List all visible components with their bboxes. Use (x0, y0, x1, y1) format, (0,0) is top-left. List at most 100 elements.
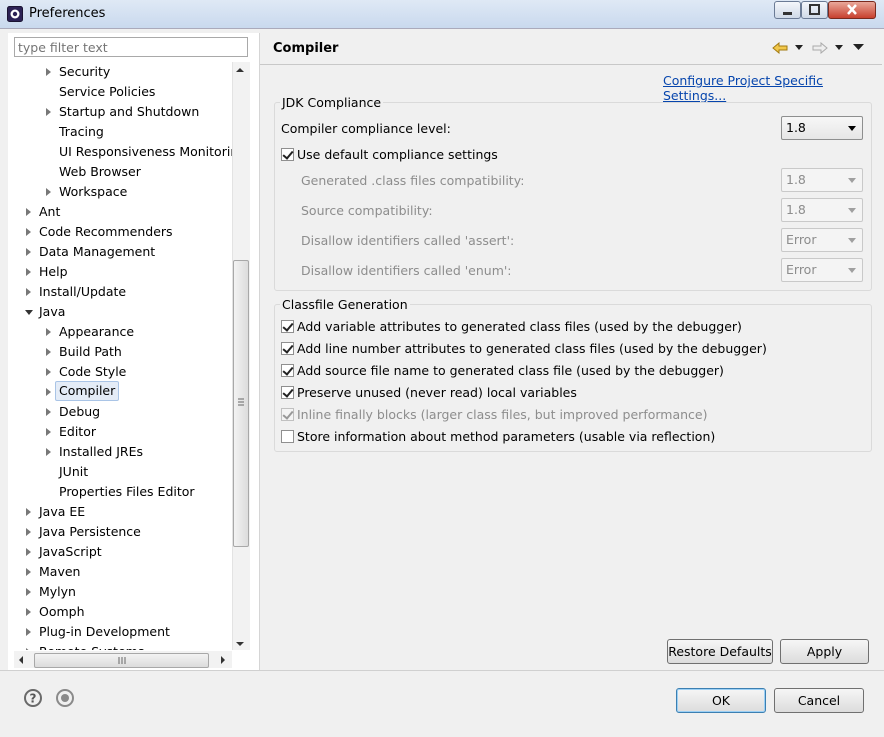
collapsed-twisty-icon[interactable] (26, 608, 31, 616)
collapsed-twisty-icon[interactable] (26, 288, 31, 296)
filter-input[interactable] (14, 37, 248, 57)
compliance-level-select[interactable]: 1.8 (781, 116, 863, 140)
scroll-up-icon[interactable] (235, 66, 245, 74)
tree-item[interactable]: JUnit (8, 462, 232, 482)
scroll-right-icon[interactable] (219, 655, 227, 665)
assert-identifier-select[interactable]: Error (781, 228, 863, 252)
tree-item[interactable]: Installed JREs (8, 442, 232, 462)
tree-item[interactable]: Plug-in Development (8, 622, 232, 642)
tree-item[interactable]: Startup and Shutdown (8, 102, 232, 122)
classfile-option-checkbox[interactable] (281, 320, 294, 333)
back-history-dropdown-icon[interactable] (795, 45, 803, 51)
source-compat-select[interactable]: 1.8 (781, 198, 863, 222)
cancel-button[interactable]: Cancel (774, 688, 864, 713)
collapsed-twisty-icon[interactable] (46, 108, 51, 116)
tree-item[interactable]: Help (8, 262, 232, 282)
tree-item[interactable]: Code Style (8, 362, 232, 382)
collapsed-twisty-icon[interactable] (46, 428, 51, 436)
tree-item[interactable]: Security (8, 62, 232, 82)
tree-item[interactable]: Java (8, 302, 232, 322)
tree-item[interactable]: Maven (8, 562, 232, 582)
collapsed-twisty-icon[interactable] (26, 208, 31, 216)
collapsed-twisty-icon[interactable] (26, 588, 31, 596)
expanded-twisty-icon[interactable] (25, 310, 33, 315)
tree-item[interactable]: JavaScript (8, 542, 232, 562)
tree-item[interactable]: Ant (8, 202, 232, 222)
classfile-option-checkbox[interactable] (281, 430, 294, 443)
tree-item[interactable]: Build Path (8, 342, 232, 362)
collapsed-twisty-icon[interactable] (46, 388, 51, 396)
collapsed-twisty-icon[interactable] (26, 528, 31, 536)
forward-history-dropdown-icon[interactable] (835, 45, 843, 51)
collapsed-twisty-icon[interactable] (46, 328, 51, 336)
collapsed-twisty-icon[interactable] (26, 648, 31, 650)
tree-item[interactable]: Web Browser (8, 162, 232, 182)
tree-item-label: JavaScript (39, 544, 102, 559)
collapsed-twisty-icon[interactable] (26, 248, 31, 256)
classfile-option-checkbox[interactable] (281, 342, 294, 355)
collapsed-twisty-icon[interactable] (46, 348, 51, 356)
use-default-compliance-checkbox[interactable] (281, 148, 294, 161)
restore-defaults-button[interactable]: Restore Defaults (667, 639, 773, 664)
tree-item[interactable]: Data Management (8, 242, 232, 262)
class-compat-select[interactable]: 1.8 (781, 168, 863, 192)
collapsed-twisty-icon[interactable] (46, 68, 51, 76)
maximize-button[interactable] (801, 1, 828, 19)
apply-button[interactable]: Apply (780, 639, 869, 664)
tree-item[interactable]: Debug (8, 402, 232, 422)
tree-item[interactable]: Code Recommenders (8, 222, 232, 242)
collapsed-twisty-icon[interactable] (46, 188, 51, 196)
chevron-down-icon (848, 178, 856, 183)
classfile-option-checkbox[interactable] (281, 386, 294, 399)
tree-item[interactable]: Editor (8, 422, 232, 442)
configure-project-settings-link[interactable]: Configure Project Specific Settings... (663, 73, 884, 103)
chevron-down-icon (848, 126, 856, 131)
tree-item[interactable]: Workspace (8, 182, 232, 202)
window-title: Preferences (29, 6, 106, 21)
tree-item[interactable]: Java Persistence (8, 522, 232, 542)
compliance-level-label: Compiler compliance level: (281, 121, 451, 136)
classfile-option-checkbox[interactable] (281, 408, 294, 421)
minimize-icon (783, 12, 792, 15)
enum-identifier-select[interactable]: Error (781, 258, 863, 282)
collapsed-twisty-icon[interactable] (26, 228, 31, 236)
back-arrow-icon[interactable] (772, 42, 788, 54)
collapsed-twisty-icon[interactable] (26, 568, 31, 576)
collapsed-twisty-icon[interactable] (46, 368, 51, 376)
enum-identifier-label: Disallow identifiers called 'enum': (301, 263, 512, 278)
tree-item-label: Maven (39, 564, 81, 579)
tree-item[interactable]: Install/Update (8, 282, 232, 302)
tree-item[interactable]: Mylyn (8, 582, 232, 602)
tree-item-label: Remote Systems (39, 642, 144, 650)
collapsed-twisty-icon[interactable] (26, 548, 31, 556)
assert-identifier-label: Disallow identifiers called 'assert': (301, 233, 515, 248)
ok-button[interactable]: OK (676, 688, 766, 713)
tree-item[interactable]: Remote Systems (8, 642, 232, 650)
view-menu-icon[interactable] (853, 44, 864, 52)
window-title-bar[interactable] (0, 0, 884, 29)
tree-item[interactable]: Properties Files Editor (8, 482, 232, 502)
help-icon[interactable]: ? (24, 689, 42, 707)
tree-item[interactable]: Java EE (8, 502, 232, 522)
tree-vertical-scroll-thumb[interactable] (233, 260, 249, 547)
tree-item[interactable]: Appearance (8, 322, 232, 342)
collapsed-twisty-icon[interactable] (26, 508, 31, 516)
footer-separator (0, 670, 884, 671)
tree-horizontal-scroll-thumb[interactable] (34, 653, 209, 668)
close-button[interactable] (828, 1, 876, 19)
collapsed-twisty-icon[interactable] (46, 448, 51, 456)
forward-arrow-icon[interactable] (812, 42, 828, 54)
tree-item[interactable]: Compiler (8, 381, 232, 402)
minimize-button[interactable] (774, 1, 801, 19)
tree-item[interactable]: UI Responsiveness Monitoring (8, 142, 232, 162)
classfile-option-checkbox[interactable] (281, 364, 294, 377)
oomph-record-icon[interactable] (56, 689, 74, 707)
tree-item[interactable]: Tracing (8, 122, 232, 142)
collapsed-twisty-icon[interactable] (46, 408, 51, 416)
scroll-left-icon[interactable] (17, 655, 25, 665)
collapsed-twisty-icon[interactable] (26, 628, 31, 636)
scroll-down-icon[interactable] (235, 640, 245, 648)
tree-item[interactable]: Oomph (8, 602, 232, 622)
collapsed-twisty-icon[interactable] (26, 268, 31, 276)
tree-item[interactable]: Service Policies (8, 82, 232, 102)
